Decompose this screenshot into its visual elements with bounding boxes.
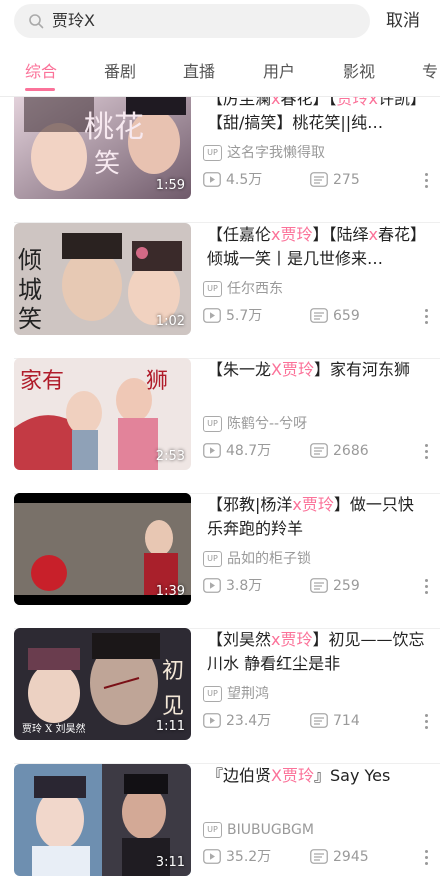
video-thumbnail[interactable]: 3:11	[14, 764, 191, 876]
video-title[interactable]: 【朱一龙X贾玲】家有河东狮	[207, 358, 427, 382]
danmaku-count: 2945	[333, 849, 369, 865]
tab-movies[interactable]: 影视	[343, 62, 375, 82]
stats-row: 35.2万 2945	[203, 848, 423, 866]
video-thumbnail[interactable]: 倾 城 笑 1:02	[14, 223, 191, 335]
list-item[interactable]: 3:11 『边伯贤X贾玲』Say Yes UP BIUBUGBGM 35.2万 …	[0, 764, 440, 877]
tab-columns[interactable]: 专	[422, 62, 438, 82]
stats-row: 48.7万 2686	[203, 442, 423, 460]
svg-text:桃花: 桃花	[84, 110, 144, 145]
danmaku-icon	[310, 308, 328, 323]
more-options-icon[interactable]	[425, 579, 429, 597]
video-duration: 1:11	[155, 719, 185, 734]
video-thumbnail[interactable]: 1:39	[14, 493, 191, 605]
list-item[interactable]: 家有 狮 2:53 【朱一龙X贾玲】家有河东狮 UP 陈鹤兮--兮呀 48.7万	[0, 358, 440, 494]
search-input[interactable]: 贾玲X	[14, 4, 370, 38]
cancel-button[interactable]: 取消	[386, 10, 420, 32]
video-title[interactable]: 【任嘉伦x贾玲】【陆绎x春花】倾城一笑丨是几世修来…	[207, 223, 427, 271]
more-options-icon[interactable]	[425, 309, 429, 327]
list-item[interactable]: 桃花 笑 1:59 【厉尘澜x春花】【贾玲x许凯】【甜/搞笑】桃花笑||纯… U…	[0, 97, 440, 223]
result-tabs: 综合 番剧 直播 用户 影视 专	[0, 50, 440, 94]
play-count-icon	[203, 713, 221, 728]
stats-row: 5.7万 659	[203, 307, 423, 325]
play-count-icon	[203, 308, 221, 323]
play-count-icon	[203, 443, 221, 458]
video-list[interactable]: 桃花 笑 1:59 【厉尘澜x春花】【贾玲x许凯】【甜/搞笑】桃花笑||纯… U…	[0, 97, 440, 877]
svg-text:初: 初	[162, 659, 184, 684]
video-thumbnail[interactable]: 桃花 笑 1:59	[14, 97, 191, 199]
svg-text:倾: 倾	[18, 246, 42, 274]
uploader-name: 陈鹤兮--兮呀	[227, 416, 308, 432]
stats-row: 3.8万 259	[203, 577, 423, 595]
svg-text:家有: 家有	[20, 369, 64, 394]
view-count: 35.2万	[226, 849, 272, 865]
up-badge-icon: UP	[203, 822, 222, 838]
video-duration: 2:53	[155, 449, 185, 464]
play-count-icon	[203, 172, 221, 187]
view-count: 23.4万	[226, 713, 272, 729]
search-icon	[29, 14, 44, 29]
list-item[interactable]: 倾 城 笑 1:02 【任嘉伦x贾玲】【陆绎x春花】倾城一笑丨是几世修来… UP…	[0, 223, 440, 359]
danmaku-icon	[310, 713, 328, 728]
danmaku-count: 259	[333, 578, 360, 594]
danmaku-icon	[310, 578, 328, 593]
svg-text:城: 城	[18, 276, 42, 304]
svg-text:狮: 狮	[146, 369, 168, 394]
up-badge-icon: UP	[203, 686, 222, 702]
video-title[interactable]: 『边伯贤X贾玲』Say Yes	[207, 764, 427, 788]
up-badge-icon: UP	[203, 551, 222, 567]
video-duration: 1:02	[155, 314, 185, 329]
uploader-name: BIUBUGBGM	[227, 822, 314, 838]
search-query: 贾玲X	[52, 11, 95, 30]
danmaku-count: 714	[333, 713, 360, 729]
stats-row: 23.4万 714	[203, 712, 423, 730]
video-duration: 3:11	[155, 855, 185, 870]
tab-live[interactable]: 直播	[183, 62, 215, 82]
danmaku-icon	[310, 443, 328, 458]
svg-text:笑: 笑	[94, 149, 120, 179]
tab-bangumi[interactable]: 番剧	[104, 62, 136, 82]
up-badge-icon: UP	[203, 416, 222, 432]
video-title[interactable]: 【邪教|杨洋x贾玲】做一只快乐奔跑的羚羊	[207, 493, 427, 541]
uploader-name: 这名字我懒得取	[227, 145, 325, 161]
search-header: 贾玲X 取消	[0, 0, 440, 44]
video-duration: 1:39	[155, 584, 185, 599]
svg-text:见: 见	[162, 694, 184, 719]
play-count-icon	[203, 849, 221, 864]
active-tab-indicator	[25, 88, 55, 91]
video-thumbnail[interactable]: 家有 狮 2:53	[14, 358, 191, 470]
up-badge-icon: UP	[203, 281, 222, 297]
danmaku-count: 2686	[333, 443, 369, 459]
video-title[interactable]: 【厉尘澜x春花】【贾玲x许凯】【甜/搞笑】桃花笑||纯…	[207, 97, 427, 135]
play-count-icon	[203, 578, 221, 593]
more-options-icon[interactable]	[425, 850, 429, 868]
tab-users[interactable]: 用户	[263, 62, 295, 82]
view-count: 48.7万	[226, 443, 272, 459]
more-options-icon[interactable]	[425, 444, 429, 462]
uploader-name: 望荆鸿	[227, 686, 269, 702]
uploader-name: 任尔西东	[227, 281, 283, 297]
more-options-icon[interactable]	[425, 714, 429, 732]
danmaku-icon	[310, 849, 328, 864]
more-options-icon[interactable]	[425, 173, 429, 191]
view-count: 5.7万	[226, 308, 263, 324]
view-count: 3.8万	[226, 578, 263, 594]
uploader-name: 品如的柜子锁	[227, 551, 311, 567]
tab-all[interactable]: 综合	[25, 62, 57, 82]
up-badge-icon: UP	[203, 145, 222, 161]
video-thumbnail[interactable]: 初 见 贾玲 X 刘昊然 1:11	[14, 628, 191, 740]
video-title[interactable]: 【刘昊然x贾玲】初见——饮忘川水 静看红尘是非	[207, 628, 427, 676]
stats-row: 4.5万 275	[203, 171, 423, 189]
danmaku-icon	[310, 172, 328, 187]
danmaku-count: 275	[333, 172, 360, 188]
video-duration: 1:59	[155, 178, 185, 193]
danmaku-count: 659	[333, 308, 360, 324]
list-item[interactable]: 初 见 贾玲 X 刘昊然 1:11 【刘昊然x贾玲】初见——饮忘川水 静看红尘是…	[0, 628, 440, 764]
svg-text:笑: 笑	[18, 305, 42, 333]
svg-text:贾玲 X 刘昊然: 贾玲 X 刘昊然	[22, 722, 85, 735]
list-item[interactable]: 1:39 【邪教|杨洋x贾玲】做一只快乐奔跑的羚羊 UP 品如的柜子锁 3.8万…	[0, 493, 440, 629]
view-count: 4.5万	[226, 172, 263, 188]
